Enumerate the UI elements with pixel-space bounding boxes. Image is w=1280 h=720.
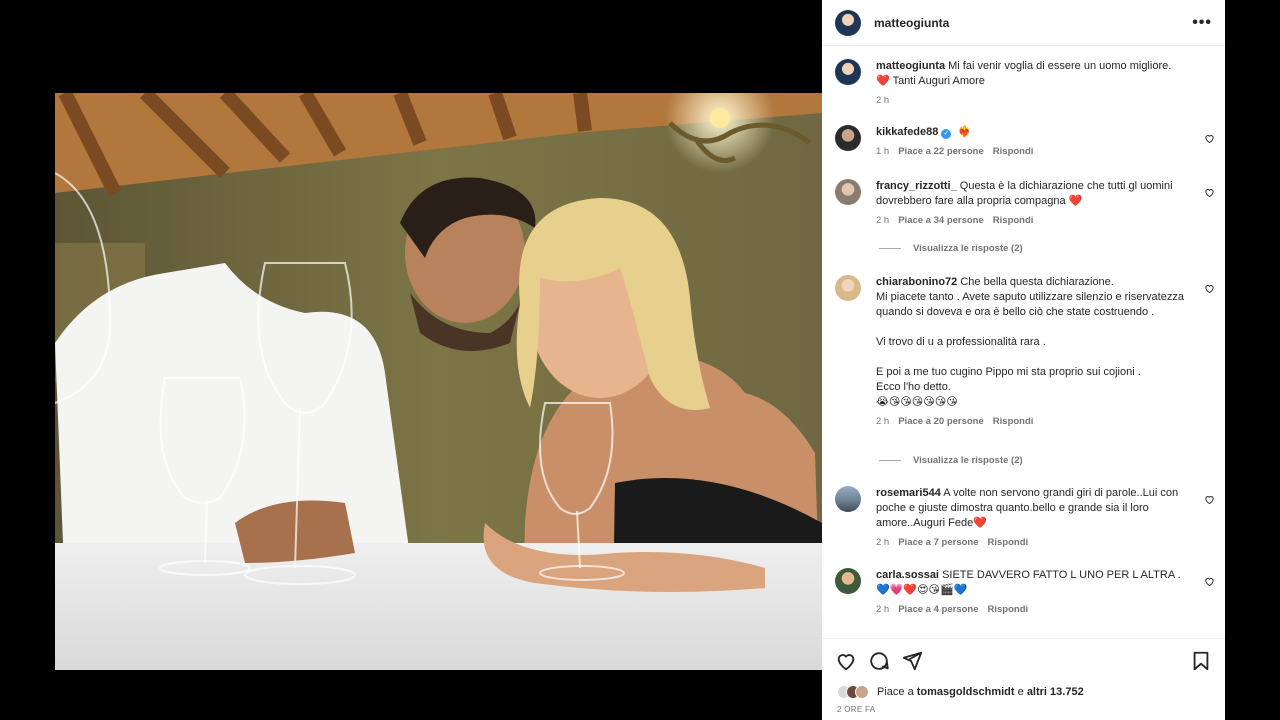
comment-line: Vi trovo di u a professionalità rara . bbox=[876, 336, 1046, 348]
comment-time: 2 h bbox=[876, 215, 890, 226]
likes-prefix: Piace a bbox=[877, 686, 914, 698]
comment-icon[interactable] bbox=[868, 650, 890, 672]
caption-line2: Tanti Auguri Amore bbox=[892, 75, 985, 87]
comment-likes[interactable]: Piace a 22 persone bbox=[898, 144, 984, 159]
comment-text: SIETE DAVVERO FATTO L UNO PER L ALTRA . bbox=[942, 569, 1181, 581]
comment-emoji: ❤️‍🔥 bbox=[957, 126, 972, 138]
comment-likes[interactable]: Piace a 20 persone bbox=[898, 414, 984, 429]
commenter-avatar[interactable] bbox=[835, 275, 861, 301]
heart-icon[interactable] bbox=[835, 650, 857, 672]
post-date: 2 ORE FA bbox=[837, 705, 876, 714]
likes-summary[interactable]: Piace a tomasgoldschmidt e altri 13.752 bbox=[837, 685, 1084, 699]
caption-text: Mi fai venir voglia di essere un uomo mi… bbox=[948, 60, 1172, 72]
commenter-avatar[interactable] bbox=[835, 179, 861, 205]
comment-likes[interactable]: Piace a 4 persone bbox=[898, 602, 978, 617]
caption-username[interactable]: matteogiunta bbox=[876, 60, 945, 72]
heart-icon[interactable] bbox=[1204, 283, 1215, 294]
more-icon[interactable]: ••• bbox=[1192, 14, 1212, 31]
commenter-avatar[interactable] bbox=[835, 568, 861, 594]
commenter-avatar[interactable] bbox=[835, 125, 861, 151]
comment-likes[interactable]: Piace a 34 persone bbox=[898, 213, 984, 228]
comment-username[interactable]: carla.sossai bbox=[876, 569, 939, 581]
comment-time: 2 h bbox=[876, 604, 890, 615]
author-username[interactable]: matteogiunta bbox=[874, 16, 1192, 30]
verified-badge-icon: ✓ bbox=[941, 129, 952, 139]
post-image bbox=[55, 93, 822, 670]
comment-text: Che bella questa dichiarazione. bbox=[960, 276, 1114, 288]
comment-emojis: 💙💗❤️😍😘🎬💙 bbox=[876, 584, 968, 596]
comment-item: rosemari544 A volte non servono grandi g… bbox=[835, 486, 1215, 550]
likes-mid: e bbox=[1017, 686, 1024, 698]
author-avatar[interactable] bbox=[835, 9, 861, 36]
comment-line: Mi piacete tanto . Avete saputo utilizza… bbox=[876, 291, 1184, 318]
likers-avatars bbox=[837, 685, 869, 699]
post-photo[interactable] bbox=[55, 93, 822, 670]
reply-button[interactable]: Rispondi bbox=[993, 414, 1034, 429]
comment-line: E poi a me tuo cugino Pippo mi sta propr… bbox=[876, 366, 1141, 378]
bookmark-icon[interactable] bbox=[1190, 650, 1212, 672]
comment-line: Ecco l'ho detto. bbox=[876, 381, 951, 393]
heart-emoji: ❤️ bbox=[876, 75, 890, 87]
share-icon[interactable] bbox=[901, 650, 923, 672]
post-side-panel: matteogiunta ••• matteogiunta Mi fai ven… bbox=[822, 0, 1225, 720]
author-avatar[interactable] bbox=[835, 59, 861, 85]
reply-button[interactable]: Rispondi bbox=[988, 535, 1029, 550]
likes-count[interactable]: altri 13.752 bbox=[1027, 686, 1084, 698]
comment-time: 2 h bbox=[876, 416, 890, 427]
comment-emojis: 😭😘😘😘😘😘😘 bbox=[876, 396, 958, 408]
comment-item: kikkafede88 ✓ ❤️‍🔥 1 h Piace a 22 persone… bbox=[835, 125, 1215, 159]
comment-item: carla.sossai SIETE DAVVERO FATTO L UNO P… bbox=[835, 568, 1215, 617]
heart-icon[interactable] bbox=[1204, 494, 1215, 505]
comments-list[interactable]: matteogiunta Mi fai venir voglia di esse… bbox=[822, 46, 1225, 638]
comment-username[interactable]: kikkafede88 bbox=[876, 126, 938, 138]
post-caption: matteogiunta Mi fai venir voglia di esse… bbox=[835, 59, 1215, 108]
heart-icon[interactable] bbox=[1204, 133, 1215, 144]
comment-item: francy_rizzotti_ Questa è la dichiarazio… bbox=[835, 179, 1215, 228]
reply-button[interactable]: Rispondi bbox=[993, 213, 1034, 228]
heart-icon[interactable] bbox=[1204, 187, 1215, 198]
comment-username[interactable]: rosemari544 bbox=[876, 487, 941, 499]
action-bar bbox=[835, 650, 1212, 674]
view-replies-button[interactable]: Visualizza le risposte (2) bbox=[879, 455, 1023, 466]
heart-icon[interactable] bbox=[1204, 576, 1215, 587]
reply-button[interactable]: Rispondi bbox=[988, 602, 1029, 617]
comment-time: 1 h bbox=[876, 146, 890, 157]
view-replies-button[interactable]: Visualizza le risposte (2) bbox=[879, 243, 1023, 254]
comment-username[interactable]: francy_rizzotti_ bbox=[876, 180, 957, 192]
comment-time: 2 h bbox=[876, 537, 890, 548]
reply-button[interactable]: Rispondi bbox=[993, 144, 1034, 159]
comment-likes[interactable]: Piace a 7 persone bbox=[898, 535, 978, 550]
post-actions: Piace a tomasgoldschmidt e altri 13.752 … bbox=[822, 638, 1225, 720]
commenter-avatar[interactable] bbox=[835, 486, 861, 512]
comment-username[interactable]: chiarabonino72 bbox=[876, 276, 957, 288]
post-header: matteogiunta ••• bbox=[822, 0, 1225, 46]
comment-item: chiarabonino72 Che bella questa dichiara… bbox=[835, 275, 1215, 429]
likes-user[interactable]: tomasgoldschmidt bbox=[917, 686, 1015, 698]
caption-time: 2 h bbox=[876, 95, 890, 106]
